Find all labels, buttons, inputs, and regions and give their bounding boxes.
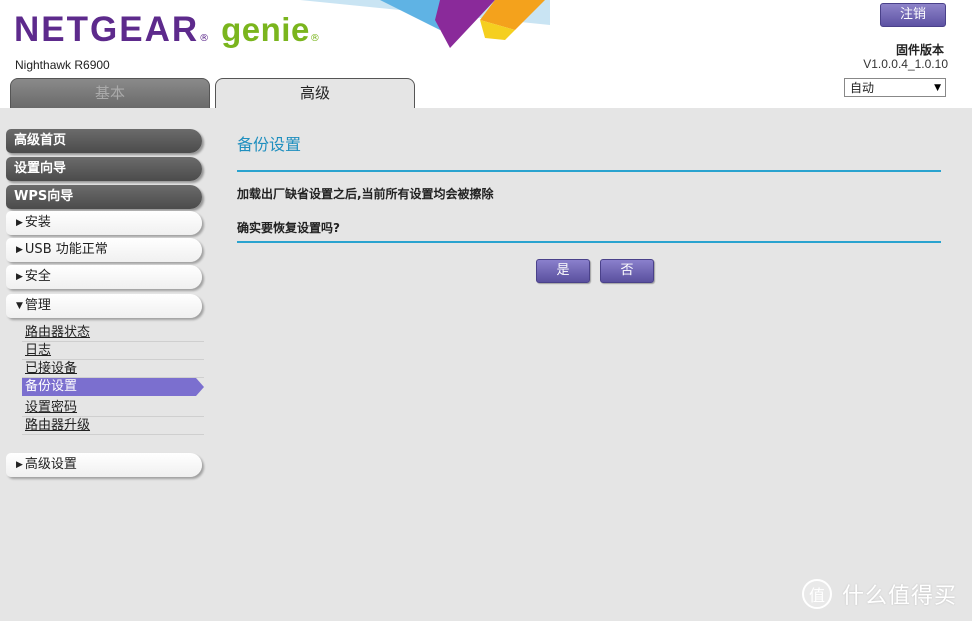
divider-top	[237, 170, 941, 172]
brand-netgear: NETGEAR	[14, 10, 200, 49]
sidebar-subitem-attached-devices[interactable]: 已接设备	[22, 360, 204, 378]
sidebar-item-wps-wizard[interactable]: WPS向导	[6, 185, 202, 209]
watermark-logo-icon: 值	[802, 579, 832, 609]
page-title: 备份设置	[237, 135, 302, 154]
triangle-right-icon: ▶	[16, 245, 23, 255]
logout-button[interactable]: 注销	[880, 3, 946, 27]
sidebar-item-label: USB 功能正常	[24, 242, 108, 257]
language-selected-value: 自动	[850, 81, 875, 95]
firmware-version-label: 固件版本	[895, 43, 944, 57]
triangle-right-icon: ▶	[16, 218, 23, 228]
sidebar-item-label: 管理	[24, 298, 51, 313]
header: NETGEAR ® genie ® Nighthawk R6900 注销 固件版本 …	[0, 0, 972, 108]
sidebar-item-advanced-home[interactable]: 高级首页	[6, 129, 202, 153]
registered-mark: ®	[199, 33, 210, 44]
no-button[interactable]: 否	[600, 259, 654, 283]
sidebar-subitem-router-status[interactable]: 路由器状态	[22, 324, 204, 342]
triangle-right-icon: ▶	[16, 272, 23, 282]
sidebar-subitem-backup-settings[interactable]: 备份设置	[22, 378, 204, 396]
watermark: 值 什么值得买	[802, 575, 967, 613]
brand-genie: genie	[221, 11, 310, 48]
language-select[interactable]: 自动 ▼	[844, 78, 946, 97]
sidebar-subitem-router-update[interactable]: 路由器升级	[22, 417, 204, 435]
sidebar-item-label: 高级设置	[24, 457, 77, 472]
sidebar-item-administration[interactable]: ▼ 管理	[6, 294, 202, 318]
netgear-genie-logo: NETGEAR ® genie ®	[14, 10, 320, 56]
reset-warning-text: 加载出厂缺省设置之后,当前所有设置均会被擦除	[237, 187, 494, 201]
triangle-down-icon: ▼	[16, 301, 23, 311]
sidebar-item-setup-wizard[interactable]: 设置向导	[6, 157, 202, 181]
confirm-question-text: 确实要恢复设置吗?	[237, 221, 340, 235]
watermark-text: 什么值得买	[842, 584, 958, 609]
tab-basic[interactable]: 基本	[10, 78, 210, 108]
tab-advanced[interactable]: 高级	[215, 78, 415, 108]
sidebar-item-advanced-setup[interactable]: ▶ 高级设置	[6, 453, 202, 477]
divider-bottom	[237, 241, 941, 243]
router-model: Nighthawk R6900	[15, 58, 110, 72]
yes-button[interactable]: 是	[536, 259, 590, 283]
sidebar-item-label: 安全	[24, 269, 51, 284]
sidebar-subitem-set-password[interactable]: 设置密码	[22, 399, 204, 417]
sidebar-subitem-logs[interactable]: 日志	[22, 342, 204, 360]
sidebar-item-security[interactable]: ▶ 安全	[6, 265, 202, 289]
sidebar-item-label: 安装	[24, 215, 51, 230]
sidebar-item-usb[interactable]: ▶ USB 功能正常	[6, 238, 202, 262]
triangle-right-icon: ▶	[16, 460, 23, 470]
firmware-version-value: V1.0.0.4_1.0.10	[863, 57, 948, 71]
sidebar-item-setup[interactable]: ▶ 安装	[6, 211, 202, 235]
chevron-down-icon: ▼	[934, 83, 941, 93]
header-decoration	[300, 0, 550, 48]
